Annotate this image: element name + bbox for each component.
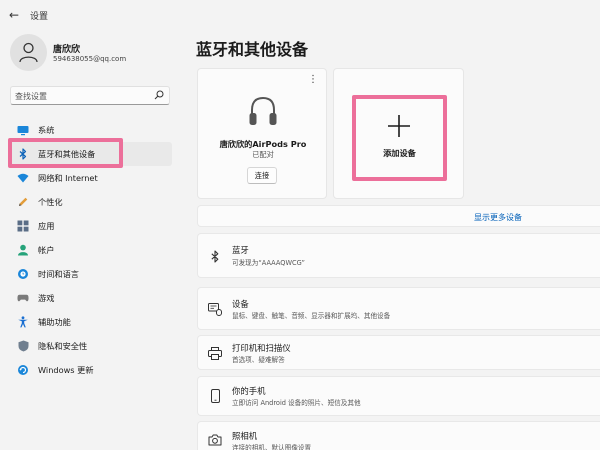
back-arrow-icon[interactable]: ← bbox=[9, 8, 19, 22]
sidebar-item-label: 时间和语言 bbox=[38, 269, 79, 279]
gamepad-icon bbox=[17, 292, 29, 304]
user-name: 唐欣欣 bbox=[53, 45, 81, 55]
search-input[interactable] bbox=[15, 89, 150, 103]
account-icon bbox=[17, 244, 29, 256]
printers-scanners-row[interactable]: 打印机和扫描仪 首选项、疑难解答 bbox=[197, 335, 600, 370]
sidebar-item-system[interactable]: 系统 bbox=[8, 118, 172, 142]
globe-clock-icon bbox=[17, 268, 29, 280]
app-title: 设置 bbox=[30, 12, 49, 22]
more-options-icon[interactable]: ⋮ bbox=[308, 75, 318, 85]
phone-icon bbox=[208, 389, 222, 403]
sidebar-item-label: 系统 bbox=[38, 125, 55, 135]
paired-device-card[interactable]: ⋮ 唐欣欣的AirPods Pro 已配对 连接 bbox=[197, 68, 327, 199]
sidebar-item-label: 辅助功能 bbox=[38, 317, 71, 327]
sidebar-nav: 系统 蓝牙和其他设备 网络和 Internet 个性化 应用 帐户 时间和语言 … bbox=[8, 118, 172, 382]
row-title: 蓝牙 bbox=[232, 245, 249, 255]
sidebar-item-gaming[interactable]: 游戏 bbox=[8, 286, 172, 310]
bluetooth-icon bbox=[17, 148, 29, 160]
accessibility-icon bbox=[17, 316, 29, 328]
wifi-icon bbox=[17, 172, 29, 184]
row-title: 设备 bbox=[232, 299, 249, 309]
page-title: 蓝牙和其他设备 bbox=[196, 40, 309, 59]
device-status: 已配对 bbox=[252, 150, 274, 159]
sidebar-item-label: 个性化 bbox=[38, 197, 63, 207]
user-email: 594638055@qq.com bbox=[53, 55, 127, 63]
add-device-card[interactable]: 添加设备 bbox=[333, 68, 464, 199]
sidebar-item-label: 游戏 bbox=[38, 293, 55, 303]
sidebar-item-label: 网络和 Internet bbox=[38, 173, 98, 183]
sidebar-item-label: 隐私和安全性 bbox=[38, 341, 88, 351]
row-subtitle: 立即访问 Android 设备的照片、短信及其他 bbox=[232, 399, 361, 407]
sidebar-item-windows-update[interactable]: Windows 更新 bbox=[8, 358, 172, 382]
plus-icon bbox=[388, 115, 410, 137]
sidebar-item-personalization[interactable]: 个性化 bbox=[8, 190, 172, 214]
headphones-icon bbox=[249, 96, 277, 125]
person-icon bbox=[19, 42, 38, 63]
title-bar: ← 设置 bbox=[0, 0, 600, 30]
row-title: 你的手机 bbox=[232, 386, 266, 396]
pen-icon bbox=[17, 196, 29, 208]
search-box[interactable] bbox=[10, 86, 170, 105]
row-title: 照相机 bbox=[232, 431, 258, 441]
device-name: 唐欣欣的AirPods Pro bbox=[219, 139, 307, 149]
row-subtitle: 连接的相机、默认图像设置 bbox=[232, 444, 312, 450]
sidebar-item-network[interactable]: 网络和 Internet bbox=[8, 166, 172, 190]
your-phone-row[interactable]: 你的手机 立即访问 Android 设备的照片、短信及其他 bbox=[197, 376, 600, 416]
windows-update-icon bbox=[17, 364, 29, 376]
row-title: 打印机和扫描仪 bbox=[232, 343, 291, 353]
shield-icon bbox=[17, 340, 29, 352]
sidebar-item-label: Windows 更新 bbox=[38, 365, 94, 375]
row-subtitle: 首选项、疑难解答 bbox=[232, 356, 285, 364]
printer-icon bbox=[208, 346, 222, 360]
sidebar-item-label: 蓝牙和其他设备 bbox=[38, 149, 96, 159]
add-device-label: 添加设备 bbox=[383, 148, 416, 158]
camera-icon bbox=[208, 433, 222, 447]
camera-row[interactable]: 照相机 连接的相机、默认图像设置 bbox=[197, 421, 600, 450]
search-icon[interactable] bbox=[154, 90, 164, 100]
avatar bbox=[10, 34, 47, 71]
row-subtitle: 鼠标、键盘、触笔、音频、显示器和扩展坞、其他设备 bbox=[232, 312, 391, 320]
user-profile[interactable]: 唐欣欣 594638055@qq.com bbox=[10, 34, 180, 74]
apps-icon bbox=[17, 220, 29, 232]
sidebar-item-accounts[interactable]: 帐户 bbox=[8, 238, 172, 262]
sidebar-item-bluetooth[interactable]: 蓝牙和其他设备 bbox=[8, 142, 172, 166]
bluetooth-setting-row[interactable]: 蓝牙 可发现为“AAAAQWCG” bbox=[197, 233, 600, 278]
sidebar-item-label: 帐户 bbox=[38, 245, 55, 255]
show-more-devices-link[interactable]: 显示更多设备 bbox=[197, 205, 600, 227]
sidebar-item-apps[interactable]: 应用 bbox=[8, 214, 172, 238]
row-subtitle: 可发现为“AAAAQWCG” bbox=[232, 259, 305, 267]
show-more-label: 显示更多设备 bbox=[474, 213, 522, 222]
sidebar-item-time-language[interactable]: 时间和语言 bbox=[8, 262, 172, 286]
bluetooth-icon bbox=[208, 249, 222, 263]
sidebar-item-label: 应用 bbox=[38, 221, 55, 231]
connect-button[interactable]: 连接 bbox=[247, 167, 277, 184]
monitor-icon bbox=[17, 124, 29, 136]
sidebar-item-privacy-security[interactable]: 隐私和安全性 bbox=[8, 334, 172, 358]
sidebar-item-accessibility[interactable]: 辅助功能 bbox=[8, 310, 172, 334]
keyboard-mouse-icon bbox=[208, 302, 222, 316]
devices-setting-row[interactable]: 设备 鼠标、键盘、触笔、音频、显示器和扩展坞、其他设备 bbox=[197, 287, 600, 330]
